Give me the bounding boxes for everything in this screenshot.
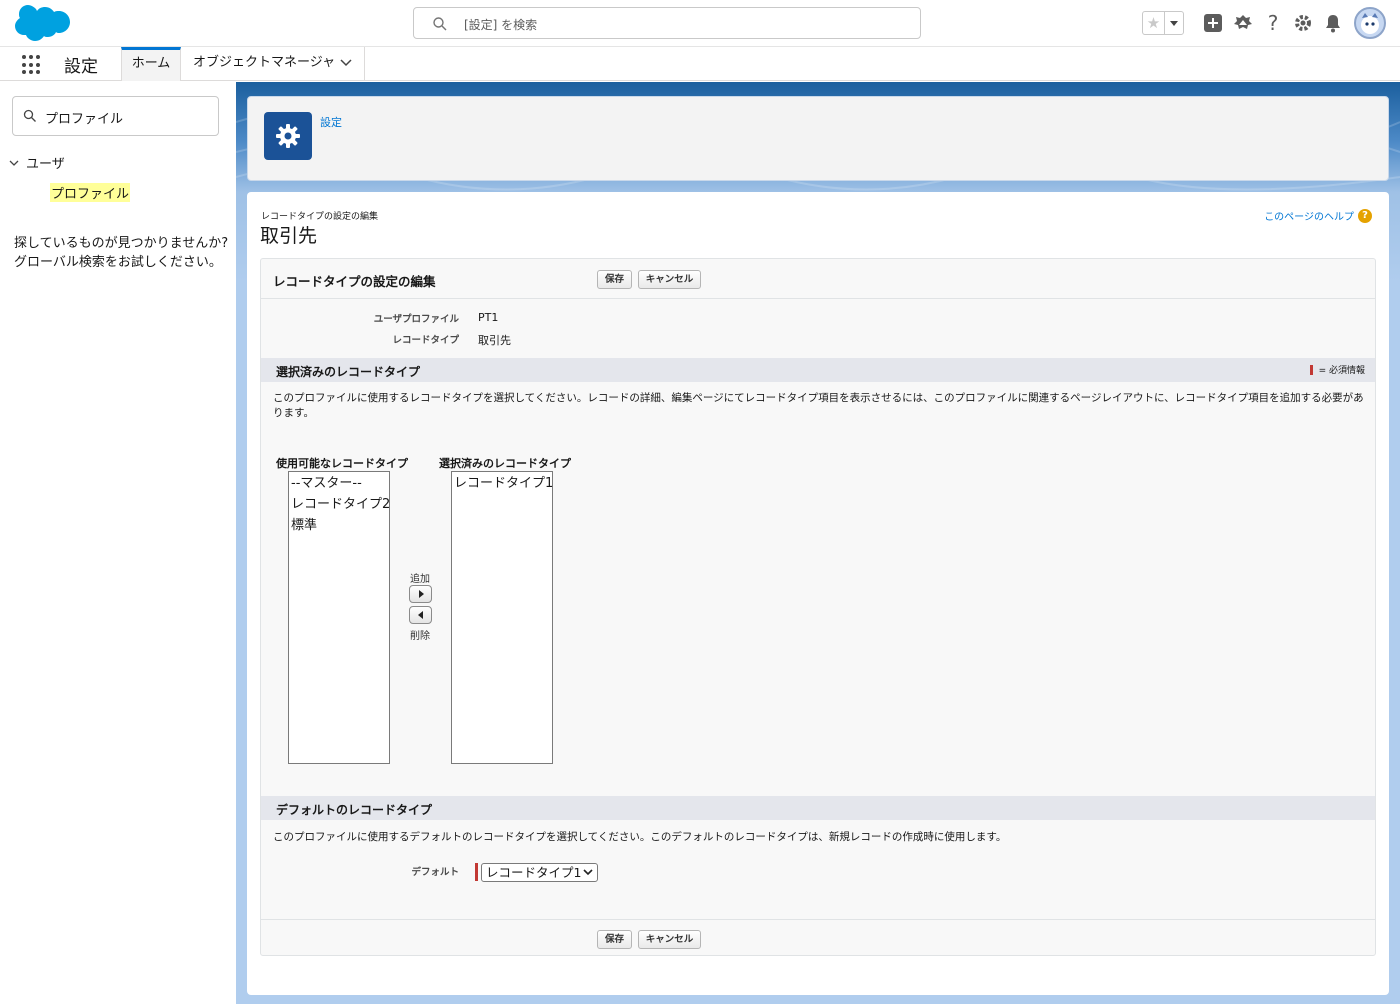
save-button-top[interactable]: 保存 [597,270,632,289]
quick-find-value: プロファイル [45,112,124,127]
section-selected-record-types: 選択済みのレコードタイプ = 必須情報 [261,358,1375,382]
field-value-record-type: 取引先 [478,334,511,347]
app-name: 設定 [64,57,98,77]
app-launcher-icon[interactable] [21,54,43,76]
global-search-input[interactable]: [設定] を検索 [413,7,921,39]
setup-gear-tile [264,112,312,160]
sidebar-hint: 探しているものが見つかりませんか? グローバル検索をお試しください。 [14,234,228,272]
search-icon [433,17,447,31]
form-footer-divider [261,919,1375,920]
selected-record-types-list[interactable]: レコードタイプ1 [451,471,553,764]
tab-home[interactable]: ホーム [121,47,181,81]
available-option[interactable]: --マスター-- [291,473,387,494]
required-legend: = 必須情報 [1309,363,1365,376]
notifications-bell-icon[interactable] [1318,8,1348,38]
setup-sidebar: プロファイル ユーザ プロファイル 探しているものが見つかりませんか? グローバ… [0,82,236,1004]
sidebar-hint-line2: グローバル検索をお試しください。 [14,255,222,270]
remove-label: 削除 [410,631,430,642]
edit-form-block: レコードタイプの設定の編集 保存 キャンセル ユーザプロファイル PT1 レコー… [260,258,1376,956]
required-legend-text: = 必須情報 [1318,366,1365,376]
section-default-record-type: デフォルトのレコードタイプ [261,796,1375,820]
setup-gear-icon[interactable] [1288,8,1318,38]
section-description-default: このプロファイルに使用するデフォルトのレコードタイプを選択してください。このデフ… [273,831,1007,843]
main-content-card: レコードタイプの設定の編集 取引先 このページのヘルプ ? レコードタイプの設定… [247,192,1389,995]
available-option[interactable]: 標準 [291,515,387,536]
help-link-label: このページのヘルプ [1264,212,1354,223]
sidebar-hint-line1: 探しているものが見つかりませんか? [14,236,229,251]
add-arrow-button[interactable] [409,585,432,603]
user-avatar[interactable] [1354,7,1386,39]
required-marker-icon [1309,364,1313,375]
chevron-down-icon [9,160,19,166]
cancel-button-bottom[interactable]: キャンセル [638,930,701,949]
selected-option[interactable]: レコードタイプ1 [454,473,553,494]
save-button-bottom[interactable]: 保存 [597,930,632,949]
field-label-record-type: レコードタイプ [392,335,459,346]
search-placeholder: [設定] を検索 [464,18,538,32]
global-actions-icon[interactable] [1198,8,1228,38]
breadcrumb-setup[interactable]: 設定 [320,114,342,130]
available-option[interactable]: レコードタイプ2 [291,494,390,515]
available-record-types-list[interactable]: --マスター-- レコードタイプ2 標準 [288,471,390,764]
favorites-group: ★ [1142,11,1184,35]
section-title-default: デフォルトのレコードタイプ [276,803,433,817]
arrow-right-icon [418,590,424,598]
global-header: [設定] を検索 ★ ? [0,0,1400,47]
field-label-user-profile: ユーザプロファイル [373,314,459,325]
help-for-this-page-link[interactable]: このページのヘルプ ? [1264,208,1372,223]
form-header: レコードタイプの設定の編集 保存 キャンセル [261,259,1375,299]
default-label: デフォルト [411,867,459,878]
help-icon: ? [1358,208,1372,223]
tree-node-users-label: ユーザ [26,157,65,172]
cancel-button-top[interactable]: キャンセル [638,270,701,289]
default-record-type-select[interactable]: レコードタイプ1 [481,863,598,882]
tab-object-manager-label: オブジェクトマネージャ [193,55,336,70]
required-marker-icon [475,863,478,881]
trailhead-icon[interactable] [1228,8,1258,38]
search-icon [23,109,36,122]
gear-icon [276,124,300,148]
favorite-star-icon[interactable]: ★ [1143,12,1165,34]
chevron-down-icon [583,869,593,876]
add-label: 追加 [410,574,430,585]
favorites-dropdown-icon[interactable] [1165,12,1183,34]
setup-page-header: 設定 [247,96,1389,181]
page-title: 取引先 [260,225,318,247]
tab-object-manager[interactable]: オブジェクトマネージャ [181,47,365,81]
remove-arrow-button[interactable] [409,606,432,624]
section-description-selected: このプロファイルに使用するレコードタイプを選択してください。レコードの詳細、編集… [273,392,1364,419]
available-list-header: 使用可能なレコードタイプ [276,457,408,470]
tree-node-users[interactable]: ユーザ [8,153,65,172]
selected-list-header: 選択済みのレコードタイプ [439,457,571,470]
salesforce-cloud-logo[interactable] [14,5,70,43]
app-nav-bar: 設定 ホーム オブジェクトマネージャ [0,47,1400,81]
chevron-down-icon[interactable] [340,59,352,67]
section-title-selected: 選択済みのレコードタイプ [276,365,421,379]
form-title: レコードタイプの設定の編集 [273,274,436,289]
field-value-user-profile: PT1 [478,311,499,324]
tree-item-profiles[interactable]: プロファイル [50,183,131,202]
quick-find-input[interactable]: プロファイル [12,96,219,136]
help-question-icon[interactable]: ? [1258,8,1288,38]
arrow-left-icon [417,611,423,619]
default-record-type-value: レコードタイプ1 [486,865,582,880]
